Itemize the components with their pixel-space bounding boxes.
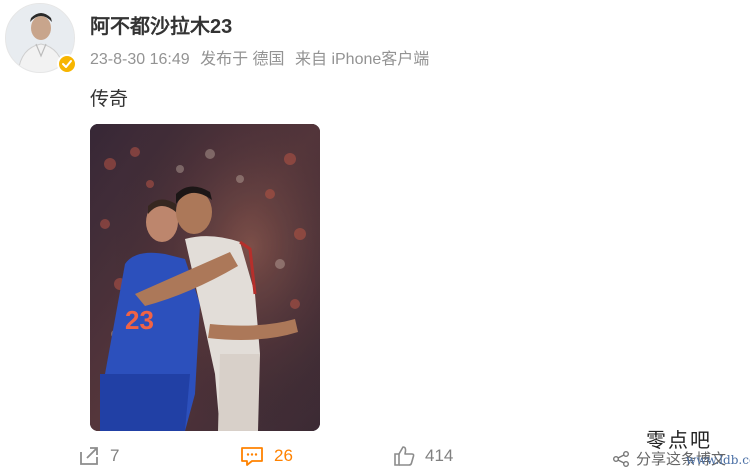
comment-count: 26 bbox=[274, 446, 293, 465]
share-button[interactable]: 7 bbox=[78, 445, 119, 467]
post-location: 发布于 德国 bbox=[200, 51, 285, 68]
post-source: 来自 iPhone客户端 bbox=[295, 51, 430, 68]
post-text: 传奇 bbox=[90, 89, 129, 110]
share-icon bbox=[80, 447, 98, 465]
like-icon bbox=[394, 446, 415, 466]
like-count: 414 bbox=[425, 446, 454, 465]
share-nodes-icon bbox=[613, 450, 629, 467]
comment-button[interactable]: 26 bbox=[240, 445, 293, 467]
username[interactable]: 阿不都沙拉木23 bbox=[90, 10, 232, 39]
avatar[interactable] bbox=[5, 3, 77, 74]
basketball-hug-image: 23 bbox=[90, 124, 320, 431]
like-button[interactable]: 414 bbox=[393, 445, 453, 467]
share-count: 7 bbox=[110, 446, 120, 465]
watermark-site: www.ldb.cc bbox=[686, 453, 750, 467]
comment-icon bbox=[241, 447, 263, 466]
post-photo[interactable]: 23 bbox=[90, 124, 320, 431]
post-time[interactable]: 23-8-30 16:49 bbox=[90, 51, 190, 68]
post-meta: 23-8-30 16:49 发布于 德国 来自 iPhone客户端 bbox=[90, 45, 435, 69]
verified-badge-icon bbox=[57, 54, 77, 74]
site-watermark: 零点吧 分享这条博文 www.ldb.cc bbox=[612, 420, 750, 473]
